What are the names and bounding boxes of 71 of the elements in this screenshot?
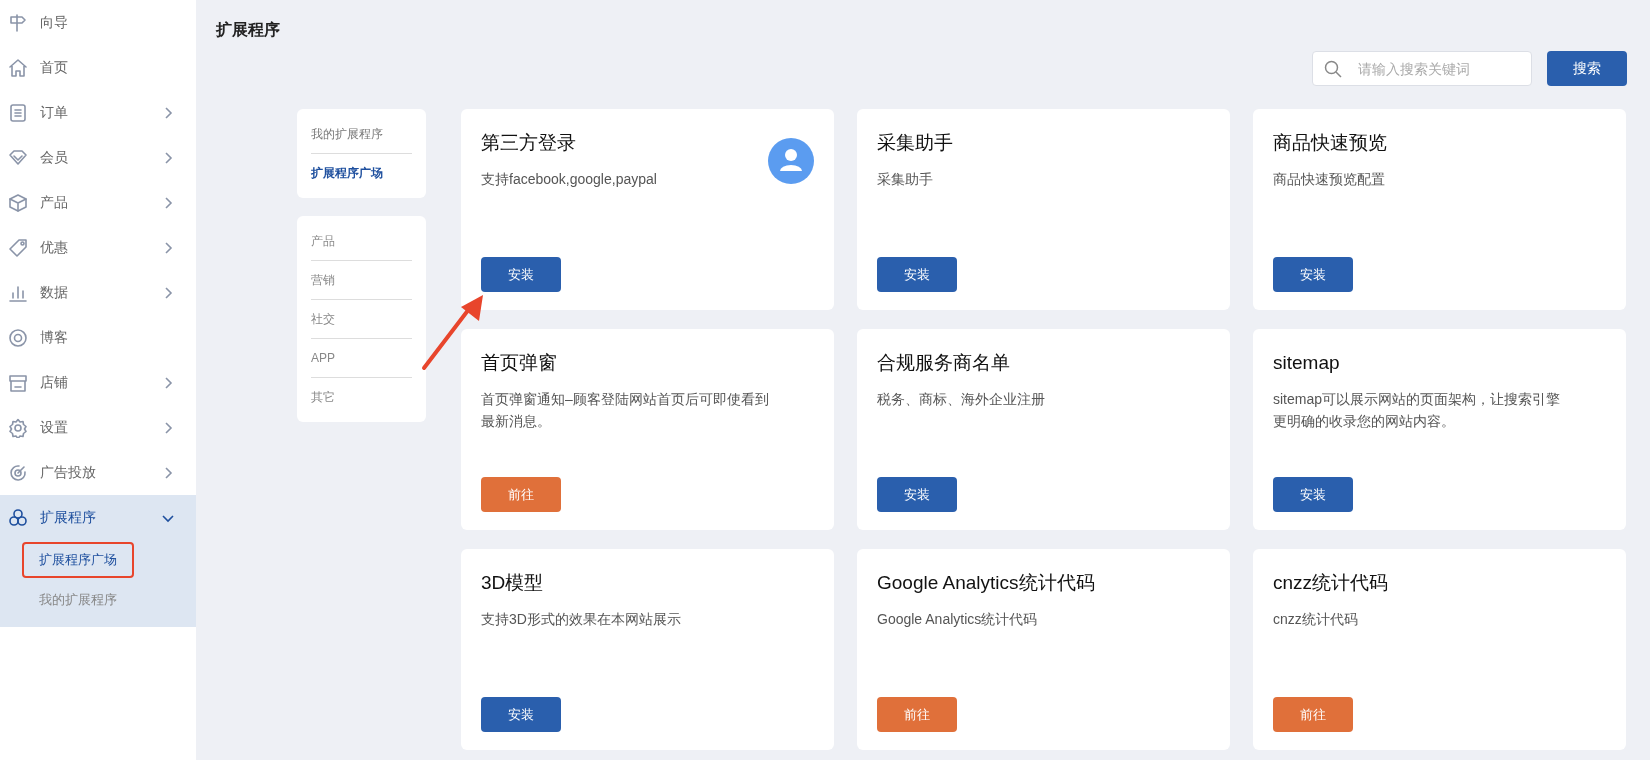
card-button[interactable]: 安装 — [1273, 257, 1353, 292]
card-description: sitemap可以展示网站的页面架构，让搜索引擎更明确的收录您的网站内容。 — [1273, 389, 1562, 431]
category-item[interactable]: 产品 — [311, 222, 412, 261]
sidebar-item[interactable]: 数据 — [0, 270, 196, 315]
diamond-icon — [8, 147, 28, 168]
chevron-right-icon — [162, 151, 174, 164]
sidebar-item[interactable]: 广告投放 — [0, 450, 196, 495]
card-button[interactable]: 安装 — [877, 477, 957, 512]
card-description: 首页弹窗通知–顾客登陆网站首页后可即使看到最新消息。 — [481, 389, 770, 431]
three-circles-icon — [8, 507, 28, 528]
category-item[interactable]: 其它 — [311, 378, 412, 416]
card-title: 采集助手 — [877, 131, 953, 155]
card-title: 首页弹窗 — [481, 351, 557, 375]
card-description: 商品快速预览配置 — [1273, 169, 1386, 189]
nav-tab[interactable]: 扩展程序广场 — [311, 154, 412, 192]
signpost-icon — [8, 12, 28, 33]
sidebar-item[interactable]: 优惠 — [0, 225, 196, 270]
sidebar-item[interactable]: 店铺 — [0, 360, 196, 405]
category-item[interactable]: APP — [311, 339, 412, 378]
chevron-right-icon — [162, 196, 174, 209]
card-description: 支持facebook,google,paypal — [481, 169, 658, 189]
sidebar-item[interactable]: 博客 — [0, 315, 196, 360]
card-title: sitemap — [1273, 351, 1340, 375]
target-icon — [8, 462, 28, 483]
sidebar-item[interactable]: 会员 — [0, 135, 196, 180]
card-button[interactable]: 安装 — [877, 257, 957, 292]
tag-icon — [8, 237, 28, 258]
search-button[interactable]: 搜索 — [1547, 51, 1627, 86]
card-description: cnzz统计代码 — [1273, 609, 1359, 629]
settings-icon — [8, 417, 28, 438]
home-icon — [8, 57, 28, 78]
sidebar-item[interactable]: 订单 — [0, 90, 196, 135]
sidebar-item[interactable]: 首页 — [0, 45, 196, 90]
search-icon — [1324, 60, 1342, 78]
card-button[interactable]: 安装 — [481, 257, 561, 292]
chevron-right-icon — [162, 421, 174, 434]
card-description: 支持3D形式的效果在本网站展示 — [481, 609, 682, 629]
card-description: 采集助手 — [877, 169, 934, 189]
chevron-right-icon — [162, 466, 174, 479]
clipboard-icon — [8, 102, 28, 123]
chevron-right-icon — [162, 106, 174, 119]
card-title: 商品快速预览 — [1273, 131, 1387, 155]
box-icon — [8, 192, 28, 213]
concentric-circles-icon — [8, 327, 28, 348]
chevron-right-icon — [162, 376, 174, 389]
sidebar-item[interactable]: 产品 — [0, 180, 196, 225]
page-title: 扩展程序 — [216, 20, 280, 40]
card-button[interactable]: 安装 — [481, 697, 561, 732]
card-button[interactable]: 前往 — [1273, 697, 1353, 732]
sidebar-item[interactable]: 扩展程序 — [0, 495, 196, 540]
card-description: 税务、商标、海外企业注册 — [877, 389, 1046, 409]
card-title: cnzz统计代码 — [1273, 571, 1389, 595]
card-title: 合规服务商名单 — [877, 351, 1010, 375]
card-description: Google Analytics统计代码 — [877, 609, 1039, 629]
category-item[interactable]: 营销 — [311, 261, 412, 300]
card-button[interactable]: 前往 — [877, 697, 957, 732]
nav-tab[interactable]: 我的扩展程序 — [311, 115, 412, 154]
sidebar-subitem[interactable]: 扩展程序广场 — [22, 542, 134, 578]
category-item[interactable]: 社交 — [311, 300, 412, 339]
card-button[interactable]: 前往 — [481, 477, 561, 512]
user-avatar-icon — [768, 138, 814, 184]
search-field[interactable]: 请输入搜索关键词 — [1312, 51, 1532, 86]
card-button[interactable]: 安装 — [1273, 477, 1353, 512]
card-title: 3D模型 — [481, 571, 544, 595]
card-title: 第三方登录 — [481, 131, 576, 155]
sidebar-item[interactable]: 向导 — [0, 0, 196, 45]
store-icon — [8, 372, 28, 393]
chevron-right-icon — [162, 241, 174, 254]
card-title: Google Analytics统计代码 — [877, 571, 1095, 595]
sidebar-item[interactable]: 设置 — [0, 405, 196, 450]
chevron-right-icon — [162, 286, 174, 299]
